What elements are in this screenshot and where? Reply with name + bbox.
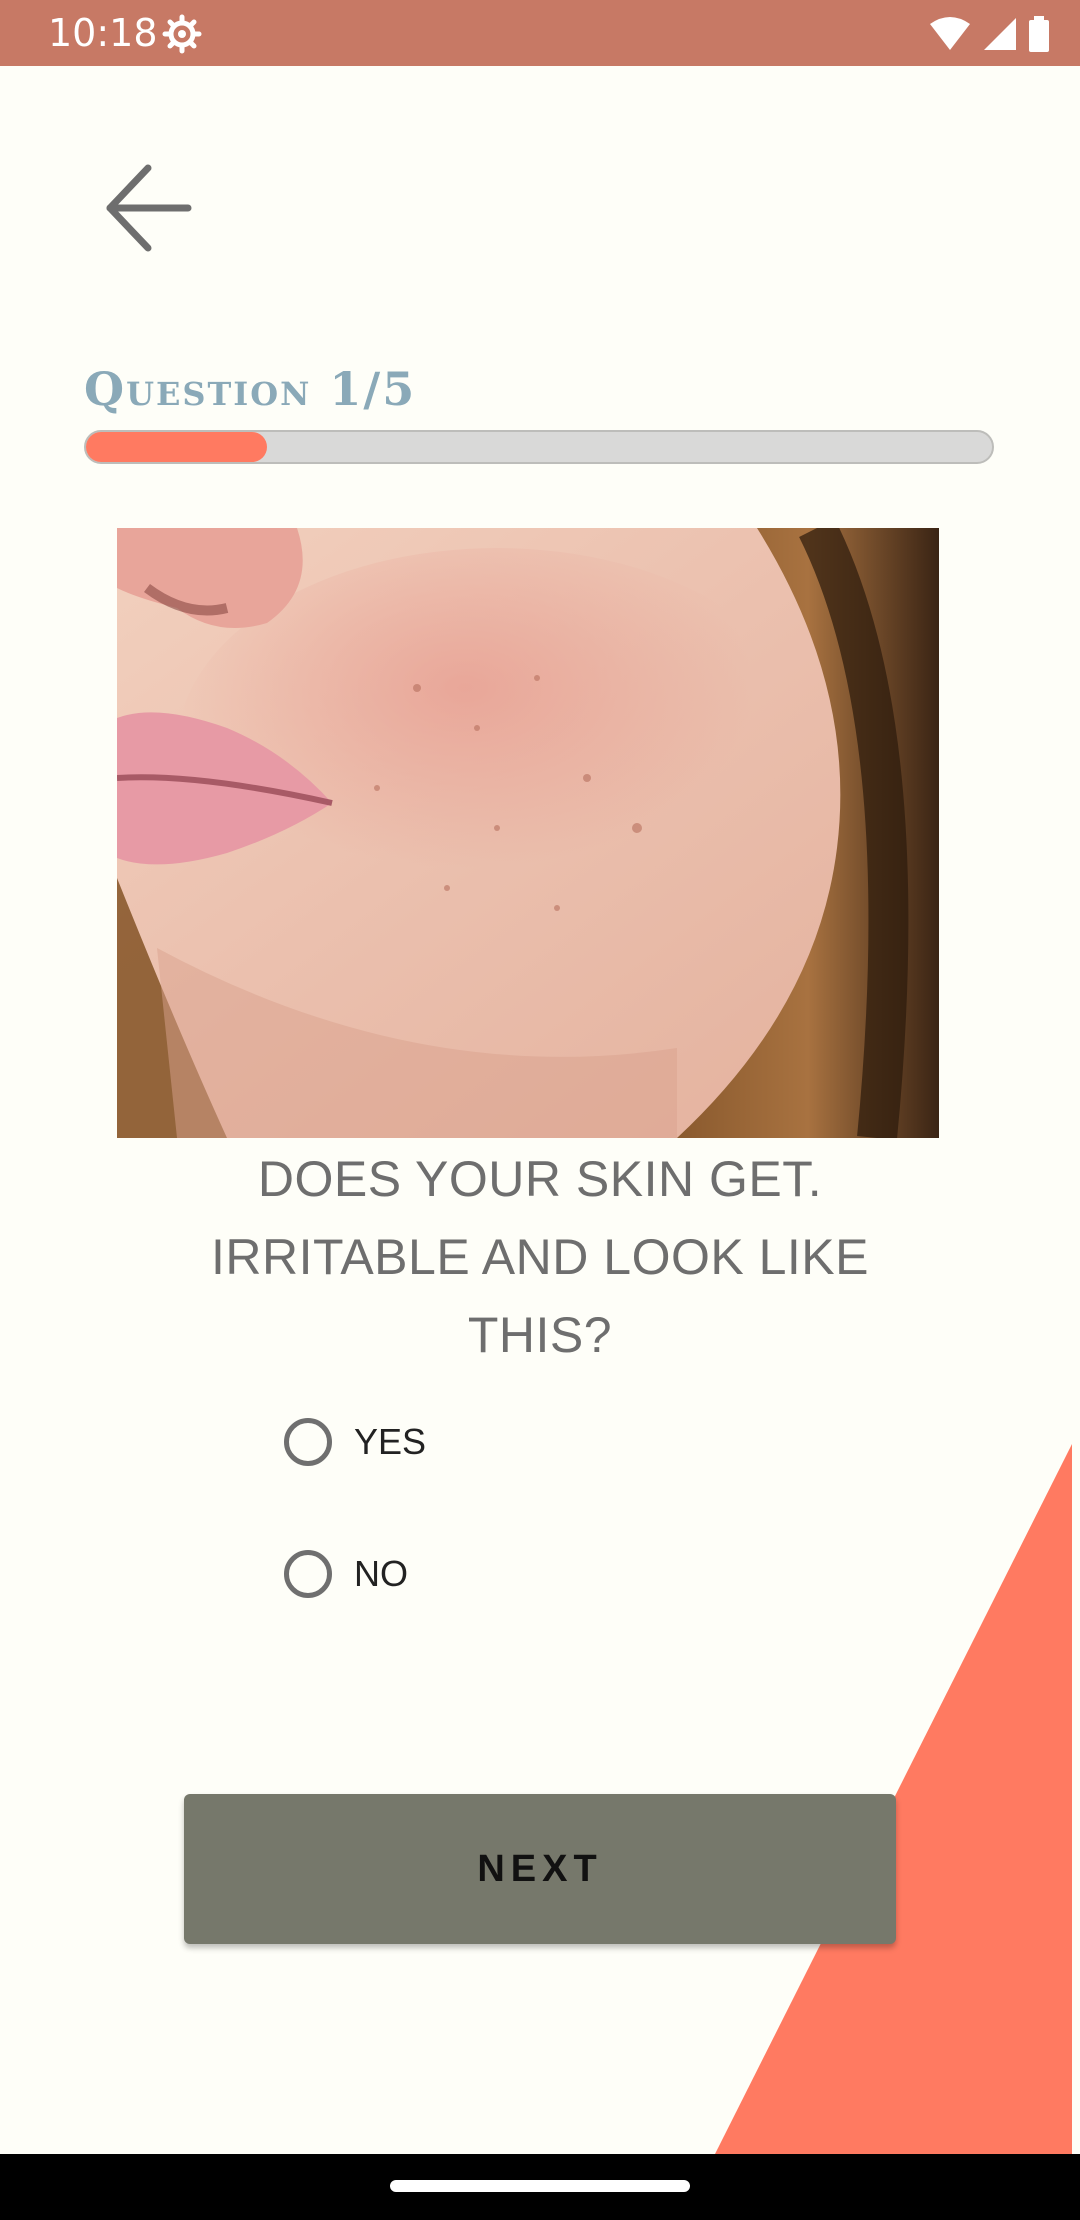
question-line: DOES YOUR SKIN GET. <box>257 1151 823 1207</box>
question-counter: Question 1/5 <box>84 362 417 416</box>
home-gesture-handle[interactable] <box>390 2180 690 2192</box>
arrow-left-icon <box>106 164 192 252</box>
question-text: DOES YOUR SKIN GET. IRRITABLE AND LOOK L… <box>140 1140 940 1374</box>
option-yes[interactable]: YES <box>284 1412 426 1472</box>
question-line: THIS? <box>467 1307 613 1363</box>
option-label-yes: YES <box>354 1421 427 1462</box>
skin-photo-image <box>117 528 939 1138</box>
radio-button-no[interactable] <box>284 1550 332 1598</box>
settings-gear-icon <box>162 14 202 54</box>
question-line: IRRITABLE AND LOOK LIKE <box>210 1229 869 1285</box>
back-button[interactable] <box>96 158 216 258</box>
option-label-no: NO <box>354 1553 408 1594</box>
radio-button-yes[interactable] <box>284 1418 332 1466</box>
quiz-progress-bar <box>84 430 994 464</box>
cell-signal-icon <box>984 18 1016 50</box>
battery-icon <box>1029 16 1049 52</box>
quiz-progress-fill <box>86 432 268 462</box>
next-button[interactable]: NEXT <box>184 1794 896 1944</box>
skin-photo <box>117 528 939 1138</box>
option-no[interactable]: NO <box>284 1544 408 1604</box>
wifi-icon <box>930 17 970 50</box>
status-bar: 10:18 <box>0 0 1080 66</box>
status-time: 10:18 <box>48 11 158 55</box>
status-icons <box>928 14 1050 54</box>
